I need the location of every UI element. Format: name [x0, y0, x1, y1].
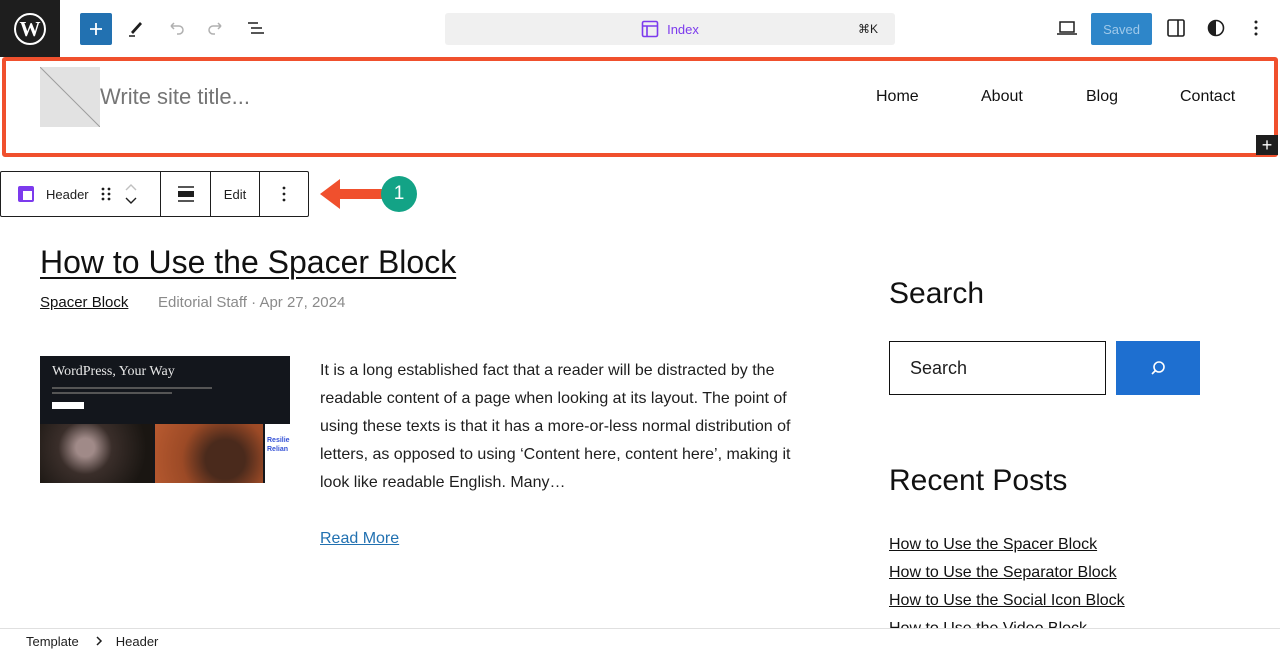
nav-item-home[interactable]: Home: [876, 88, 919, 106]
move-buttons: [124, 183, 138, 205]
recent-posts-list: How to Use the Spacer Block How to Use t…: [889, 531, 1125, 643]
site-title-placeholder[interactable]: Write site title...: [100, 84, 250, 110]
add-block-button[interactable]: +: [1256, 135, 1278, 155]
thumbnail-button: [52, 402, 84, 409]
post-category-link[interactable]: Spacer Block: [40, 294, 128, 311]
recent-post-link[interactable]: How to Use the Spacer Block: [889, 531, 1125, 559]
list-view-button[interactable]: [240, 12, 272, 44]
recent-post-link[interactable]: How to Use the Social Icon Block: [889, 587, 1125, 615]
thumbnail-text-line: [52, 392, 172, 394]
search-input[interactable]: Search: [889, 341, 1106, 395]
more-vertical-icon: [282, 186, 286, 202]
search-icon: [1151, 361, 1165, 375]
redo-icon: [208, 22, 222, 35]
chevron-up-icon[interactable]: [124, 183, 138, 191]
nav-item-blog[interactable]: Blog: [1086, 88, 1118, 106]
post-excerpt: It is a long established fact that a rea…: [320, 362, 791, 491]
breadcrumb-item-header[interactable]: Header: [116, 634, 159, 649]
breadcrumb: Template Header: [0, 628, 1280, 653]
annotation-badge: 1: [381, 176, 417, 212]
search-button[interactable]: [1116, 341, 1200, 395]
placeholder-diagonal-icon: [40, 67, 100, 127]
align-button[interactable]: [161, 172, 211, 216]
options-menu-button[interactable]: [1240, 12, 1272, 44]
thumbnail-heading: WordPress, Your Way: [52, 364, 175, 379]
plus-icon: +: [1261, 134, 1273, 155]
editor-top-bar: W Index ⌘K Saved: [0, 0, 1280, 57]
align-full-width-icon: [177, 186, 194, 202]
pencil-icon: [129, 22, 142, 37]
drag-handle-icon[interactable]: [100, 186, 112, 202]
edit-button[interactable]: Edit: [211, 172, 260, 216]
template-layout-icon: [641, 20, 659, 38]
thumbnail-side-card: Resilie Relian: [265, 424, 290, 483]
search-heading: Search: [889, 277, 985, 310]
thumbnail-text-line: [52, 387, 212, 389]
preview-device-button[interactable]: [1051, 12, 1083, 44]
list-view-icon: [248, 22, 264, 34]
template-part-icon: [18, 186, 34, 202]
styles-icon: [1207, 19, 1225, 37]
recent-posts-heading: Recent Posts: [889, 464, 1068, 497]
block-toolbar: Header Edit: [0, 171, 309, 217]
nav-item-contact[interactable]: Contact: [1180, 88, 1235, 106]
wordpress-icon: W: [14, 12, 46, 45]
post-title-link[interactable]: How to Use the Spacer Block: [40, 244, 456, 281]
block-name: Header: [46, 186, 89, 202]
thumbnail-flowers: [40, 424, 153, 483]
chevron-right-icon: [96, 636, 102, 646]
saved-button[interactable]: Saved: [1091, 13, 1152, 45]
recent-post-link[interactable]: How to Use the Separator Block: [889, 559, 1125, 587]
styles-button[interactable]: [1200, 12, 1232, 44]
chevron-down-icon[interactable]: [124, 197, 138, 205]
tools-button[interactable]: [120, 12, 152, 44]
read-more-link[interactable]: Read More: [320, 530, 399, 548]
redo-button[interactable]: [200, 12, 232, 44]
wordpress-logo[interactable]: W: [0, 0, 60, 57]
svg-text:W: W: [20, 17, 41, 41]
undo-icon: [170, 22, 184, 35]
plus-icon: [90, 23, 102, 35]
post-featured-image[interactable]: WordPress, Your Way Resilie Relian: [40, 356, 290, 483]
template-title: Index: [667, 21, 699, 37]
thumbnail-portrait: [155, 424, 263, 483]
settings-sidebar-button[interactable]: [1160, 12, 1192, 44]
post-meta: Editorial Staff · Apr 27, 2024: [158, 294, 346, 311]
sidebar-toggle-icon: [1167, 19, 1185, 37]
block-options-button[interactable]: [260, 172, 308, 216]
block-inserter-button[interactable]: [80, 13, 112, 45]
command-palette-button[interactable]: Index ⌘K: [445, 13, 895, 45]
site-logo-placeholder[interactable]: [40, 67, 100, 127]
annotation-arrow-icon: [320, 179, 384, 209]
desktop-view-icon: [1057, 21, 1077, 35]
block-switcher[interactable]: Header: [1, 172, 161, 216]
more-vertical-icon: [1254, 20, 1258, 36]
shortcut-hint: ⌘K: [857, 22, 878, 36]
undo-button[interactable]: [160, 12, 192, 44]
breadcrumb-item-template[interactable]: Template: [26, 634, 79, 649]
nav-item-about[interactable]: About: [981, 88, 1023, 106]
